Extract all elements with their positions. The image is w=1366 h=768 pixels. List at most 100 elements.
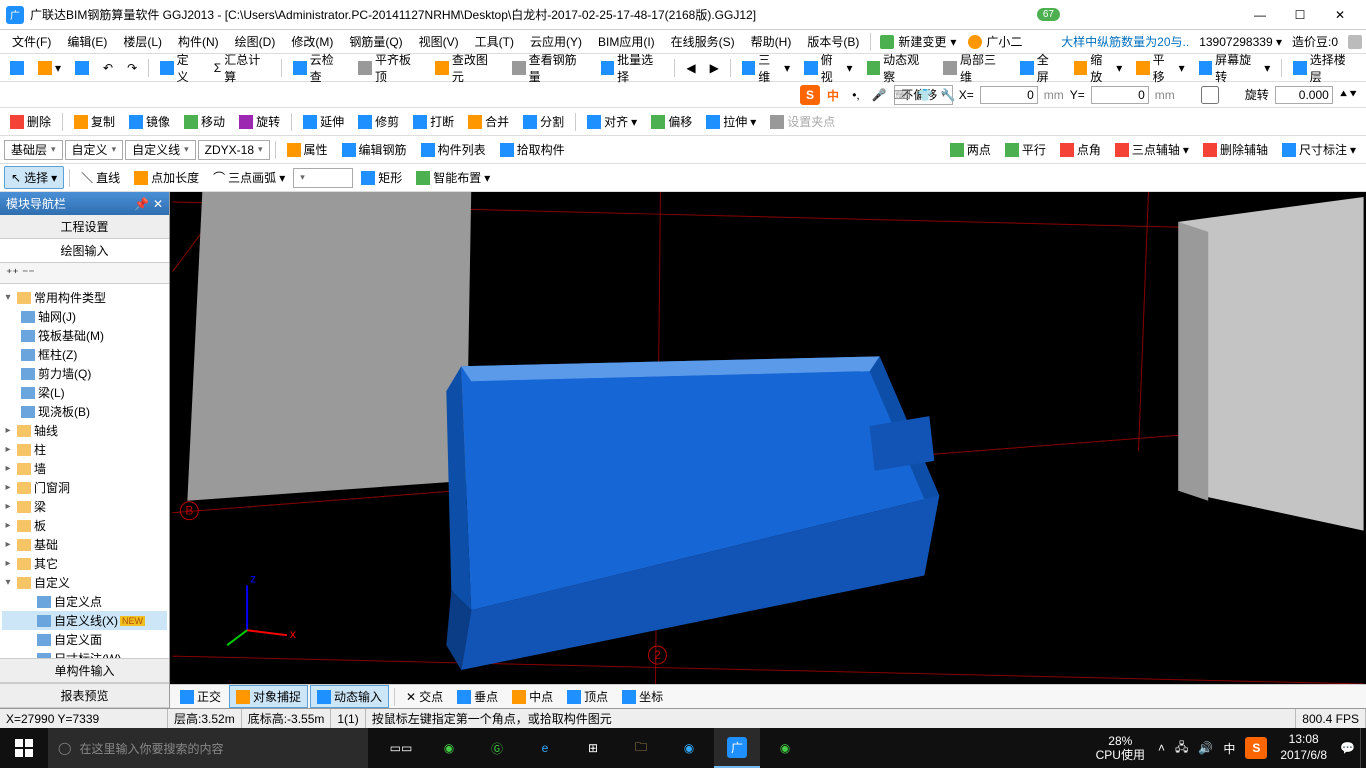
panel-close-icon[interactable]: ✕ <box>153 197 163 211</box>
new-change-button[interactable]: 新建变更 ▾ <box>874 33 962 50</box>
arc-type-dropdown[interactable] <box>293 168 353 188</box>
coord-toggle[interactable]: 坐标 <box>616 686 669 707</box>
screen-rotate-button[interactable]: 屏幕旋转▾ <box>1193 49 1277 87</box>
collapse-icon[interactable]: ⁻⁻ <box>22 266 35 280</box>
break-button[interactable]: 打断 <box>407 111 460 132</box>
extend-button[interactable]: 延伸 <box>297 111 350 132</box>
tray-ime-icon[interactable]: 中 <box>1218 740 1240 757</box>
select-button[interactable]: ↖ 选择 ▾ <box>4 166 64 189</box>
minimize-button[interactable]: — <box>1240 1 1280 29</box>
menu-online[interactable]: 在线服务(S) <box>663 31 743 52</box>
align-button[interactable]: 对齐▾ <box>581 111 643 132</box>
osnap-toggle[interactable]: 对象捕捉 <box>229 685 308 708</box>
tree-dimension[interactable]: 尺寸标注(W) <box>2 649 167 658</box>
tab-single-input[interactable]: 单构件输入 <box>0 658 169 683</box>
y-input[interactable] <box>1091 86 1149 104</box>
taskview-button[interactable]: ▭▭ <box>378 728 424 768</box>
pin-icon[interactable]: 📌 <box>134 197 149 211</box>
batch-select-button[interactable]: 批量选择 <box>595 49 670 87</box>
arc-button[interactable]: ⌒ 三点画弧 ▾ <box>207 167 291 188</box>
zoom-button[interactable]: 缩放▾ <box>1068 49 1128 87</box>
ime-settings-icon[interactable]: 🔧 <box>938 85 958 105</box>
tray-chevron-icon[interactable]: ˄ <box>1153 741 1170 755</box>
point-angle-button[interactable]: 点角 <box>1054 139 1107 160</box>
tab-project[interactable]: 工程设置 <box>0 215 169 239</box>
layer-dropdown[interactable]: 基础层 <box>4 140 63 160</box>
tree-custom-line[interactable]: 自定义线(X)NEW <box>2 611 167 630</box>
bell-icon[interactable] <box>1348 35 1362 49</box>
tree-cat[interactable]: ▸梁 <box>2 497 167 516</box>
point-length-button[interactable]: 点加长度 <box>128 167 205 188</box>
rotate-checkbox[interactable] <box>1181 86 1239 104</box>
nav-prev-button[interactable]: ◀ <box>680 59 701 77</box>
rotate-stepper[interactable]: ⯅⯆ <box>1339 87 1358 102</box>
split-button[interactable]: 分割 <box>517 111 570 132</box>
tree-custom-point[interactable]: 自定义点 <box>2 592 167 611</box>
save-button[interactable] <box>69 59 95 77</box>
grip-button[interactable]: 设置夹点 <box>764 111 841 132</box>
top-view-button[interactable]: 俯视▾ <box>798 49 858 87</box>
3d-button[interactable]: 三维▾ <box>736 49 796 87</box>
sum-button[interactable]: Σ 汇总计算 <box>208 49 276 87</box>
marquee-text[interactable]: 大样中纵筋数量为20与.. <box>1061 33 1189 50</box>
ime-lang[interactable]: 中 <box>823 85 843 105</box>
ime-skin-icon[interactable]: 👕 <box>915 85 935 105</box>
local-3d-button[interactable]: 局部三维 <box>937 49 1012 87</box>
vertex-toggle[interactable]: 顶点 <box>561 686 614 707</box>
ime-toolbar[interactable]: S 中 •, 🎤 ⌨ 👕 🔧 <box>800 82 958 108</box>
user-button[interactable]: 广小二 <box>962 33 1028 50</box>
tree-cat[interactable]: ▸柱 <box>2 440 167 459</box>
tab-report-preview[interactable]: 报表预览 <box>0 683 169 708</box>
intersect-toggle[interactable]: ✕ 交点 <box>400 686 449 707</box>
fullscreen-button[interactable]: 全屏 <box>1014 49 1066 87</box>
tray-network-icon[interactable]: 🖧 <box>1170 738 1193 759</box>
close-button[interactable]: ✕ <box>1320 1 1360 29</box>
new-file-button[interactable] <box>4 59 30 77</box>
attr-button[interactable]: 属性 <box>281 139 334 160</box>
component-dropdown[interactable]: ZDYX-18 <box>198 140 270 160</box>
select-floor-button[interactable]: 选择楼层 <box>1287 49 1362 87</box>
3d-viewport[interactable]: B 2 z x <box>170 192 1366 684</box>
tree-item[interactable]: 剪力墙(Q) <box>2 364 167 383</box>
app-edge[interactable]: e <box>522 728 568 768</box>
define-button[interactable]: 定义 <box>154 49 206 87</box>
rotate-input[interactable] <box>1275 86 1333 104</box>
threept-aux-button[interactable]: 三点辅轴▾ <box>1109 139 1195 160</box>
sogou-icon[interactable]: S <box>800 85 820 105</box>
edit-steel-button[interactable]: 编辑钢筋 <box>336 139 413 160</box>
tray-volume-icon[interactable]: 🔊 <box>1193 741 1218 755</box>
category-dropdown[interactable]: 自定义 <box>65 140 124 160</box>
app-store[interactable]: ⊞ <box>570 728 616 768</box>
merge-button[interactable]: 合并 <box>462 111 515 132</box>
del-aux-button[interactable]: 删除辅轴 <box>1197 139 1274 160</box>
pick-button[interactable]: 拾取构件 <box>494 139 571 160</box>
parallel-button[interactable]: 平行 <box>999 139 1052 160</box>
tree-item[interactable]: 现浇板(B) <box>2 402 167 421</box>
tree-cat[interactable]: ▸门窗洞 <box>2 478 167 497</box>
tree-item[interactable]: 框柱(Z) <box>2 345 167 364</box>
delete-button[interactable]: 删除 <box>4 111 57 132</box>
cpu-meter[interactable]: 28%CPU使用 <box>1088 734 1153 763</box>
type-dropdown[interactable]: 自定义线 <box>125 140 196 160</box>
app-360safe[interactable]: ◉ <box>666 728 712 768</box>
app-browser[interactable]: Ⓖ <box>474 728 520 768</box>
copy-button[interactable]: 复制 <box>68 111 121 132</box>
x-input[interactable] <box>980 86 1038 104</box>
ime-keyboard-icon[interactable]: ⌨ <box>892 85 912 105</box>
maximize-button[interactable]: ☐ <box>1280 1 1320 29</box>
tree-cat[interactable]: ▸其它 <box>2 554 167 573</box>
orbit-button[interactable]: 动态观察 <box>861 49 936 87</box>
app-ggj[interactable]: 广 <box>714 728 760 768</box>
tree-cat[interactable]: ▸板 <box>2 516 167 535</box>
view-element-button[interactable]: 查改图元 <box>429 49 504 87</box>
tray-notifications-icon[interactable]: 💬 <box>1335 741 1360 755</box>
list-button[interactable]: 构件列表 <box>415 139 492 160</box>
redo-button[interactable]: ↷ <box>121 59 143 77</box>
tree-item[interactable]: 筏板基础(M) <box>2 326 167 345</box>
search-box[interactable]: ◯ 在这里输入你要搜索的内容 <box>48 728 368 768</box>
undo-button[interactable]: ↶ <box>97 59 119 77</box>
two-point-button[interactable]: 两点 <box>944 139 997 160</box>
tree-cat[interactable]: ▸基础 <box>2 535 167 554</box>
expand-icon[interactable]: ⁺⁺ <box>6 266 19 280</box>
nav-next-button[interactable]: ▶ <box>704 59 725 77</box>
